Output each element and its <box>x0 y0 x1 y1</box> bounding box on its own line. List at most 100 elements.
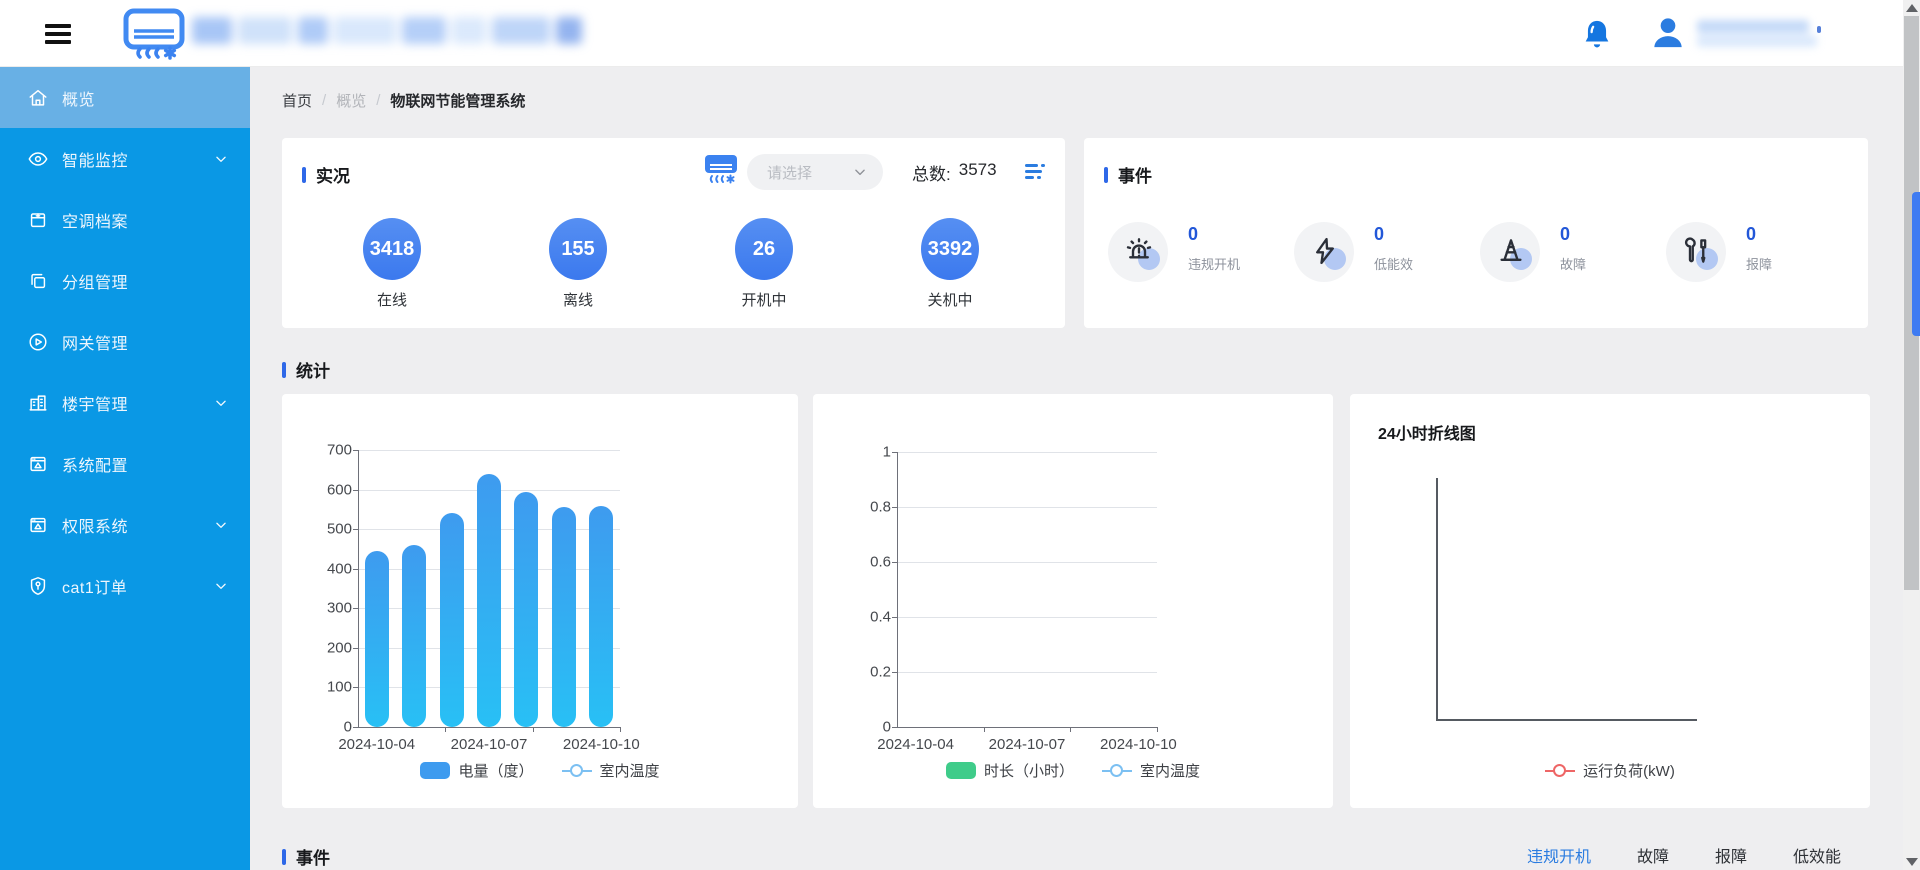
event-type-tabs: 违规开机 故障 报障 低效能 <box>1527 843 1841 867</box>
legend-label: 电量（度） <box>458 760 533 781</box>
bar-2024-10-04 <box>365 551 389 727</box>
sidebar-item-7[interactable]: 系统配置 <box>0 433 250 494</box>
events-card-title: 事件 <box>1118 162 1152 187</box>
event-icon-circle <box>1108 222 1168 282</box>
legend-label: 室内温度 <box>600 760 660 781</box>
event-item-报障[interactable]: 0 报障 <box>1642 222 1828 292</box>
event-item-故障[interactable]: 0 故障 <box>1456 222 1642 292</box>
legend-line-circle-marker <box>1545 762 1575 779</box>
bar-2024-10-09 <box>552 507 576 727</box>
top-header <box>0 0 1920 67</box>
sidebar-item-label: 权限系统 <box>62 513 128 537</box>
air-conditioner-icon <box>703 153 739 192</box>
sidebar-item-6[interactable]: 楼宇管理 <box>0 372 250 433</box>
sidebar-item-label: 系统配置 <box>62 452 128 476</box>
archive-icon <box>27 209 49 231</box>
legend-label: 运行负荷(kW) <box>1583 760 1675 781</box>
breadcrumb: 首页 / 概览 / 物联网节能管理系统 <box>282 88 525 112</box>
scrollbar-down-arrow-icon[interactable] <box>1906 858 1918 866</box>
building-icon <box>27 392 49 414</box>
sidebar-item-3[interactable]: 空调档案 <box>0 189 250 250</box>
sidebar-item-1[interactable]: 概览 <box>0 67 250 128</box>
chevron-down-icon <box>214 396 228 410</box>
live-stat-关机中: 3392 关机中 <box>857 218 1043 310</box>
sidebar-item-9[interactable]: cat1订单 <box>0 555 250 616</box>
total-label: 总数: <box>912 160 951 185</box>
sidebar-item-5[interactable]: 网关管理 <box>0 311 250 372</box>
chart-legend[interactable]: 运行负荷(kW) <box>1350 760 1870 781</box>
blurred-app-title <box>192 17 582 44</box>
legend-label: 室内温度 <box>1140 760 1200 781</box>
event-tab-故障[interactable]: 故障 <box>1637 843 1669 867</box>
bar-2024-10-05 <box>402 545 426 727</box>
select-placeholder: 请选择 <box>767 162 812 183</box>
blurred-username-mark <box>1817 26 1821 33</box>
live-status-card: 实况 请选择 <box>282 138 1065 328</box>
home-icon <box>27 87 49 109</box>
stat-label: 关机中 <box>857 289 1043 310</box>
live-stat-开机中: 26 开机中 <box>671 218 857 310</box>
x-axis-label: 2024-10-07 <box>451 736 528 753</box>
sidebar-item-label: 分组管理 <box>62 269 128 293</box>
stat-bubble: 26 <box>735 218 793 280</box>
live-stat-在线: 3418 在线 <box>299 218 485 310</box>
stats-section-title: 统计 <box>296 357 330 382</box>
window-alert-icon <box>27 514 49 536</box>
scrollbar-up-arrow-icon[interactable] <box>1906 4 1918 12</box>
event-label: 违规开机 <box>1188 254 1240 273</box>
event-tab-违规开机[interactable]: 违规开机 <box>1527 843 1591 867</box>
stat-label: 在线 <box>299 289 485 310</box>
shield-key-icon <box>27 575 49 597</box>
bar-2024-10-08 <box>514 492 538 727</box>
chart-legend[interactable]: 电量（度） 室内温度 <box>282 760 798 781</box>
device-select[interactable]: 请选择 <box>747 154 883 190</box>
notification-bell-icon[interactable] <box>1580 17 1614 58</box>
event-tab-低效能[interactable]: 低效能 <box>1793 843 1841 867</box>
event-tab-报障[interactable]: 报障 <box>1715 843 1747 867</box>
duration-chart: 00.20.40.60.812024-10-042024-10-072024-1… <box>813 394 1333 808</box>
list-filter-icon[interactable] <box>1024 161 1046 186</box>
window-alert-icon <box>27 453 49 475</box>
breadcrumb-separator: / <box>322 92 326 109</box>
title-accent-bar <box>282 362 286 378</box>
hamburger-menu-icon[interactable] <box>45 24 71 44</box>
chevron-down-icon <box>214 152 228 166</box>
energy-bar-chart: 01002003004005006007002024-10-042024-10-… <box>282 394 798 808</box>
legend-swatch <box>420 762 450 779</box>
bar-2024-10-06 <box>440 513 464 727</box>
right-edge-drawer-handle[interactable] <box>1912 192 1920 336</box>
sidebar-nav: 概览智能监控空调档案分组管理网关管理楼宇管理系统配置权限系统 cat1订单 <box>0 67 250 870</box>
air-conditioner-logo-icon <box>123 5 185 68</box>
breadcrumb-current-page: 物联网节能管理系统 <box>390 90 525 111</box>
breadcrumb-overview[interactable]: 概览 <box>336 90 366 111</box>
x-axis-label: 2024-10-07 <box>989 736 1066 753</box>
event-count: 0 <box>1560 224 1570 245</box>
legend-line-circle-marker <box>562 762 592 779</box>
event-count: 0 <box>1188 224 1198 245</box>
stat-bubble: 155 <box>549 218 607 280</box>
event-count: 0 <box>1746 224 1756 245</box>
sidebar-item-8[interactable]: 权限系统 <box>0 494 250 555</box>
x-axis-label: 2024-10-10 <box>563 736 640 753</box>
title-accent-bar <box>282 849 286 865</box>
chart-legend[interactable]: 时长（小时） 室内温度 <box>813 760 1333 781</box>
title-accent-bar <box>1104 167 1108 183</box>
bar-2024-10-10 <box>589 506 613 727</box>
event-item-低能效[interactable]: 0 低能效 <box>1270 222 1456 292</box>
breadcrumb-home[interactable]: 首页 <box>282 90 312 111</box>
sidebar-item-2[interactable]: 智能监控 <box>0 128 250 189</box>
event-item-违规开机[interactable]: 0 违规开机 <box>1084 222 1270 292</box>
iot-energy-dashboard: 概览智能监控空调档案分组管理网关管理楼宇管理系统配置权限系统cat1订单 首页 … <box>0 0 1920 870</box>
sidebar-item-4[interactable]: 分组管理 <box>0 250 250 311</box>
24h-line-chart: 24小时折线图 运行负荷(kW) <box>1350 394 1870 808</box>
sidebar-item-label: 楼宇管理 <box>62 391 128 415</box>
copy-icon <box>27 270 49 292</box>
play-circle-icon <box>27 331 49 353</box>
page-scrollbar[interactable] <box>1903 0 1920 870</box>
legend-label: 时长（小时） <box>984 760 1074 781</box>
stat-label: 开机中 <box>671 289 857 310</box>
bar-2024-10-07 <box>477 474 501 727</box>
user-avatar-icon[interactable] <box>1648 13 1688 58</box>
event-icon-circle <box>1480 222 1540 282</box>
sidebar-item-label: cat1订单 <box>62 574 127 598</box>
